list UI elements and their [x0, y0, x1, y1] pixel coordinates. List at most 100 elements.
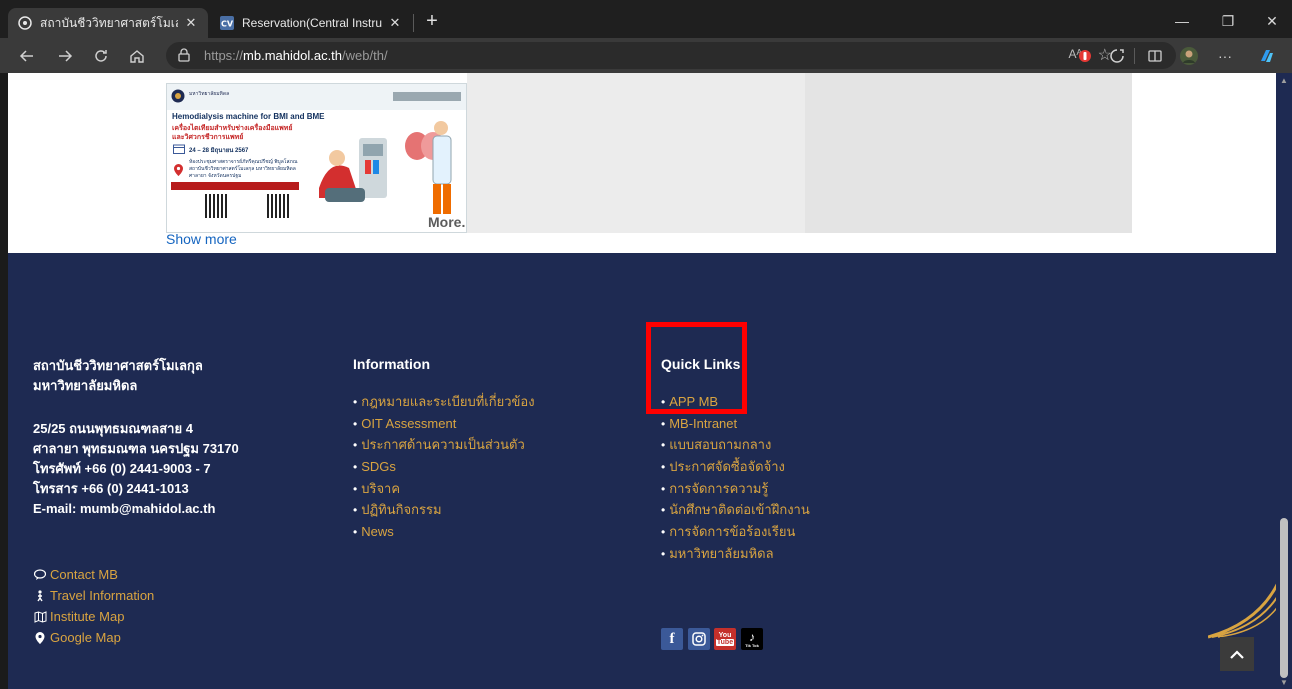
- refresh-button[interactable]: [88, 43, 114, 69]
- info-link[interactable]: • SDGs: [353, 456, 535, 478]
- tab-divider: [413, 14, 414, 32]
- back-to-top-button[interactable]: [1220, 637, 1254, 671]
- institute-name-line-1: สถาบันชีววิทยาศาสตร์โมเลกุล: [33, 358, 203, 373]
- info-link[interactable]: • News: [353, 521, 535, 543]
- arrow-left-icon: [19, 50, 33, 62]
- url-path: /web/th/: [342, 48, 388, 63]
- mahidol-logo-icon: [171, 89, 185, 103]
- decorative-swoosh-logo: [1208, 583, 1284, 639]
- contact-mb-label: Contact MB: [50, 567, 118, 582]
- institute-map-label: Institute Map: [50, 609, 125, 624]
- card-org-name: มหาวิทยาลัยมหิดล: [189, 91, 230, 97]
- email-line: E-mail: mumb@mahidol.ac.th: [33, 501, 216, 516]
- address-bar[interactable]: https://mb.mahidol.ac.th/web/th/ Aᴬ ☆: [166, 42, 1176, 69]
- more-menu-icon[interactable]: ···: [1212, 43, 1238, 69]
- scrollbar-thumb[interactable]: [1280, 518, 1288, 678]
- news-card-hemodialysis[interactable]: มหาวิทยาลัยมหิดล Hemodialysis machine fo…: [166, 83, 467, 233]
- page-scrollbar[interactable]: ▲ ▼: [1276, 73, 1292, 689]
- qr-code-icon: [205, 194, 229, 218]
- tab-title: Reservation(Central Instrument): [242, 16, 382, 30]
- map-icon: [33, 610, 47, 623]
- close-window-button[interactable]: ✕: [1250, 8, 1292, 34]
- news-section: มหาวิทยาลัยมหิดล Hemodialysis machine fo…: [8, 73, 1284, 253]
- close-tab-icon[interactable]: ✕: [388, 15, 402, 31]
- close-tab-icon[interactable]: ✕: [184, 15, 198, 31]
- contact-links: Contact MB Travel Information Institute …: [33, 564, 154, 648]
- info-link[interactable]: • OIT Assessment: [353, 413, 535, 435]
- quick-link[interactable]: • ประกาศจัดซื้อจัดจ้าง: [661, 456, 810, 478]
- quick-link[interactable]: • แบบสอบถามกลาง: [661, 434, 810, 456]
- quick-link[interactable]: • มหาวิทยาลัยมหิดล: [661, 543, 810, 565]
- minimize-button[interactable]: —: [1160, 8, 1204, 34]
- qr-code-icon: [267, 194, 291, 218]
- split-screen-icon[interactable]: [1142, 43, 1168, 69]
- institute-map-link[interactable]: Institute Map: [33, 606, 154, 627]
- show-more-link[interactable]: Show more: [166, 231, 237, 247]
- chat-icon: [33, 568, 47, 581]
- person-walking-icon: [33, 589, 47, 602]
- dialysis-illustration: [319, 121, 452, 214]
- scroll-up-arrow-icon[interactable]: ▲: [1280, 77, 1288, 85]
- url-text[interactable]: https://mb.mahidol.ac.th/web/th/: [204, 48, 388, 63]
- svg-text:CV: CV: [221, 20, 234, 29]
- map-pin-icon: [33, 631, 47, 644]
- home-button[interactable]: [124, 43, 150, 69]
- home-icon: [130, 50, 144, 63]
- lock-icon[interactable]: [178, 48, 190, 67]
- quick-link[interactable]: • นักศึกษาติดต่อเข้าฝึกงาน: [661, 499, 810, 521]
- address-line: ศาลายา พุทธมณฑล นครปฐม 73170: [33, 441, 239, 456]
- forward-button[interactable]: [52, 43, 78, 69]
- quick-link[interactable]: • MB-Intranet: [661, 413, 810, 435]
- institute-name-line-2: มหาวิทยาลัยมหิดล: [33, 378, 138, 393]
- info-link[interactable]: • ประกาศด้านความเป็นส่วนตัว: [353, 434, 535, 456]
- info-link[interactable]: • กฎหมายและระเบียบที่เกี่ยวข้อง: [353, 391, 535, 413]
- tab-title: สถาบันชีววิทยาศาสตร์โมเลกุล, มหาวิท: [40, 15, 178, 30]
- info-link[interactable]: • บริจาค: [353, 478, 535, 500]
- back-button[interactable]: [14, 43, 40, 69]
- profile-avatar[interactable]: [1176, 43, 1202, 69]
- card-search-box: [393, 92, 461, 101]
- fax-line: โทรสาร +66 (0) 2441-1013: [33, 481, 189, 496]
- site-footer: สถาบันชีววิทยาศาสตร์โมเลกุล มหาวิทยาลัยม…: [8, 253, 1284, 689]
- calendar-icon: [173, 144, 185, 154]
- tiktok-icon[interactable]: ♪ Tik Tok: [741, 628, 763, 650]
- quick-link[interactable]: • การจัดการข้อร้องเรียน: [661, 521, 810, 543]
- card-red-banner: [171, 182, 299, 190]
- institute-name: สถาบันชีววิทยาศาสตร์โมเลกุล มหาวิทยาลัยม…: [33, 356, 203, 396]
- page-viewport: มหาวิทยาลัยมหิดล Hemodialysis machine fo…: [8, 73, 1284, 689]
- google-map-label: Google Map: [50, 630, 121, 645]
- contact-mb-link[interactable]: Contact MB: [33, 564, 154, 585]
- news-gray-panel: [467, 73, 805, 233]
- quick-links-highlight: [646, 322, 747, 414]
- tab-reservation[interactable]: CV Reservation(Central Instrument) ✕: [210, 8, 412, 38]
- address-line: 25/25 ถนนพุทธมณฑลสาย 4: [33, 421, 193, 436]
- more-link[interactable]: More..: [428, 214, 466, 230]
- scroll-down-arrow-icon[interactable]: ▼: [1280, 679, 1288, 687]
- browser-essentials-icon[interactable]: [1104, 43, 1130, 69]
- quick-links: • APP MB • MB-Intranet • แบบสอบถามกลาง • ประ…: [661, 391, 810, 565]
- chevron-up-icon: [1230, 650, 1244, 659]
- toolbar-divider: [1134, 48, 1135, 64]
- instagram-icon[interactable]: [688, 628, 710, 650]
- google-map-link[interactable]: Google Map: [33, 627, 154, 648]
- card-thai-title-2: และวิศวกรชีวการแพทย์: [172, 134, 244, 141]
- extension-red-icon[interactable]: [1072, 43, 1098, 69]
- info-link[interactable]: • ปฏิทินกิจกรรม: [353, 499, 535, 521]
- card-headline: Hemodialysis machine for BMI and BME: [172, 112, 325, 121]
- tab-mb-home[interactable]: สถาบันชีววิทยาศาสตร์โมเลกุล, มหาวิท ✕: [8, 8, 208, 38]
- youtube-icon[interactable]: You Tube: [714, 628, 736, 650]
- facebook-icon[interactable]: f: [661, 628, 683, 650]
- location-pin-icon: [174, 164, 183, 176]
- copilot-icon[interactable]: [1254, 43, 1280, 69]
- information-heading: Information: [353, 356, 430, 372]
- globe-icon: [18, 16, 32, 30]
- cv-logo-icon: CV: [220, 16, 234, 30]
- new-tab-button[interactable]: +: [420, 10, 444, 34]
- address-block: 25/25 ถนนพุทธมณฑลสาย 4 ศาลายา พุทธมณฑล น…: [33, 419, 239, 519]
- url-host: mb.mahidol.ac.th: [243, 48, 343, 63]
- restore-button[interactable]: ❐: [1206, 8, 1250, 34]
- refresh-icon: [95, 50, 107, 62]
- travel-information-link[interactable]: Travel Information: [33, 585, 154, 606]
- quick-link[interactable]: • การจัดการความรู้: [661, 478, 810, 500]
- browser-toolbar: https://mb.mahidol.ac.th/web/th/ Aᴬ ☆ ··…: [0, 38, 1292, 73]
